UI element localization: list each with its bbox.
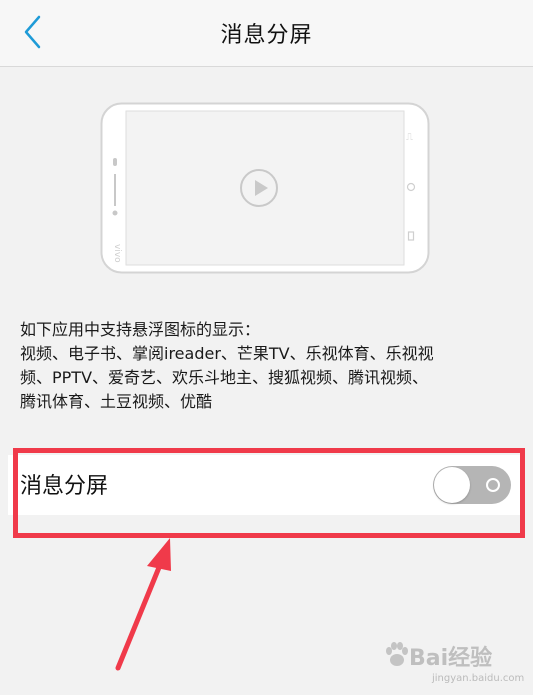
- title-bar: 消息分屏: [0, 0, 533, 67]
- svg-text:vivo: vivo: [112, 244, 122, 263]
- baidu-jingyan-watermark: Bai经验 jingyan.baidu.com: [382, 636, 532, 694]
- paw-logo-icon: [386, 642, 408, 666]
- toggle-knob: [434, 467, 470, 503]
- description-line: 频、PPTV、爱奇艺、欢乐斗地主、搜狐视频、腾讯视频、: [20, 368, 429, 387]
- message-split-screen-toggle[interactable]: [433, 466, 511, 504]
- description-line: 腾讯体育、土豆视频、优酷: [20, 392, 213, 411]
- page-title: 消息分屏: [220, 23, 313, 48]
- play-icon[interactable]: [239, 168, 279, 208]
- description-line: 视频、电子书、掌阅ireader、芒果TV、乐视体育、乐视视: [20, 344, 434, 363]
- svg-text:⎍: ⎍: [406, 132, 413, 143]
- message-split-screen-row[interactable]: 消息分屏: [8, 455, 525, 515]
- setting-label: 消息分屏: [20, 474, 109, 499]
- phone-illustration: vivo ⎍: [100, 102, 430, 274]
- watermark-brand: Bai经验: [409, 646, 493, 671]
- description-line: 如下应用中支持悬浮图标的显示：: [20, 320, 261, 339]
- toggle-off-indicator-icon: [486, 478, 500, 492]
- watermark-url: jingyan.baidu.com: [432, 673, 525, 684]
- supported-apps-description: 如下应用中支持悬浮图标的显示： 视频、电子书、掌阅ireader、芒果TV、乐视…: [20, 318, 520, 414]
